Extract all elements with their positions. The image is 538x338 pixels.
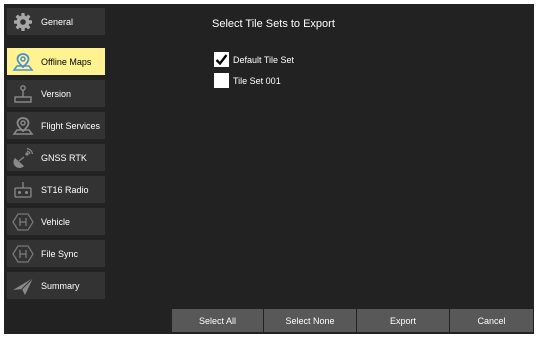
sidebar-item-label: Version — [41, 88, 72, 99]
checkbox[interactable] — [214, 73, 229, 88]
sidebar-item-vehicle[interactable]: Vehicle — [7, 208, 105, 235]
tile-set-row-001[interactable]: Tile Set 001 — [214, 73, 281, 88]
tile-set-row-default[interactable]: Default Tile Set — [214, 52, 294, 67]
sidebar-item-flight-services[interactable]: Flight Services — [7, 112, 105, 139]
map-pin-icon — [11, 115, 35, 137]
checkbox[interactable] — [214, 52, 229, 67]
tile-set-label: Default Tile Set — [233, 54, 295, 65]
sidebar-item-label: File Sync — [41, 248, 79, 259]
select-none-button[interactable]: Select None — [264, 309, 356, 332]
sidebar-item-label: General — [41, 16, 74, 27]
select-all-button[interactable]: Select All — [172, 309, 263, 332]
tile-set-label: Tile Set 001 — [233, 75, 281, 86]
controller-icon — [11, 179, 35, 201]
sidebar-item-offline-maps[interactable]: Offline Maps — [7, 48, 105, 75]
checkmark-icon — [215, 54, 228, 66]
export-button[interactable]: Export — [357, 309, 449, 332]
map-pin-icon — [11, 51, 35, 73]
paper-plane-icon — [11, 275, 35, 297]
sidebar-item-file-sync[interactable]: File Sync — [7, 240, 105, 267]
page-title: Select Tile Sets to Export — [212, 18, 335, 30]
sidebar-item-st16-radio[interactable]: ST16 Radio — [7, 176, 105, 203]
sidebar-item-label: Flight Services — [41, 120, 101, 131]
sidebar-item-version[interactable]: Version — [7, 80, 105, 107]
sidebar-item-summary[interactable]: Summary — [7, 272, 105, 299]
offline-maps-export-screen: General Offline Maps Version Flight Serv… — [4, 4, 534, 334]
joystick-icon — [11, 83, 35, 105]
sidebar-item-label: Vehicle — [41, 216, 71, 227]
sidebar-item-label: Summary — [41, 280, 80, 291]
sidebar-item-label: Offline Maps — [41, 56, 92, 67]
sidebar-item-general[interactable]: General — [7, 8, 105, 35]
cancel-button[interactable]: Cancel — [450, 309, 533, 332]
sidebar-item-gnss-rtk[interactable]: GNSS RTK — [7, 144, 105, 171]
sidebar-item-label: ST16 Radio — [41, 184, 89, 195]
sidebar-item-label: GNSS RTK — [41, 152, 87, 163]
hexagon-h-icon — [11, 211, 35, 233]
gear-icon — [11, 11, 35, 33]
satellite-icon — [11, 147, 35, 169]
hexagon-h-icon — [11, 243, 35, 265]
